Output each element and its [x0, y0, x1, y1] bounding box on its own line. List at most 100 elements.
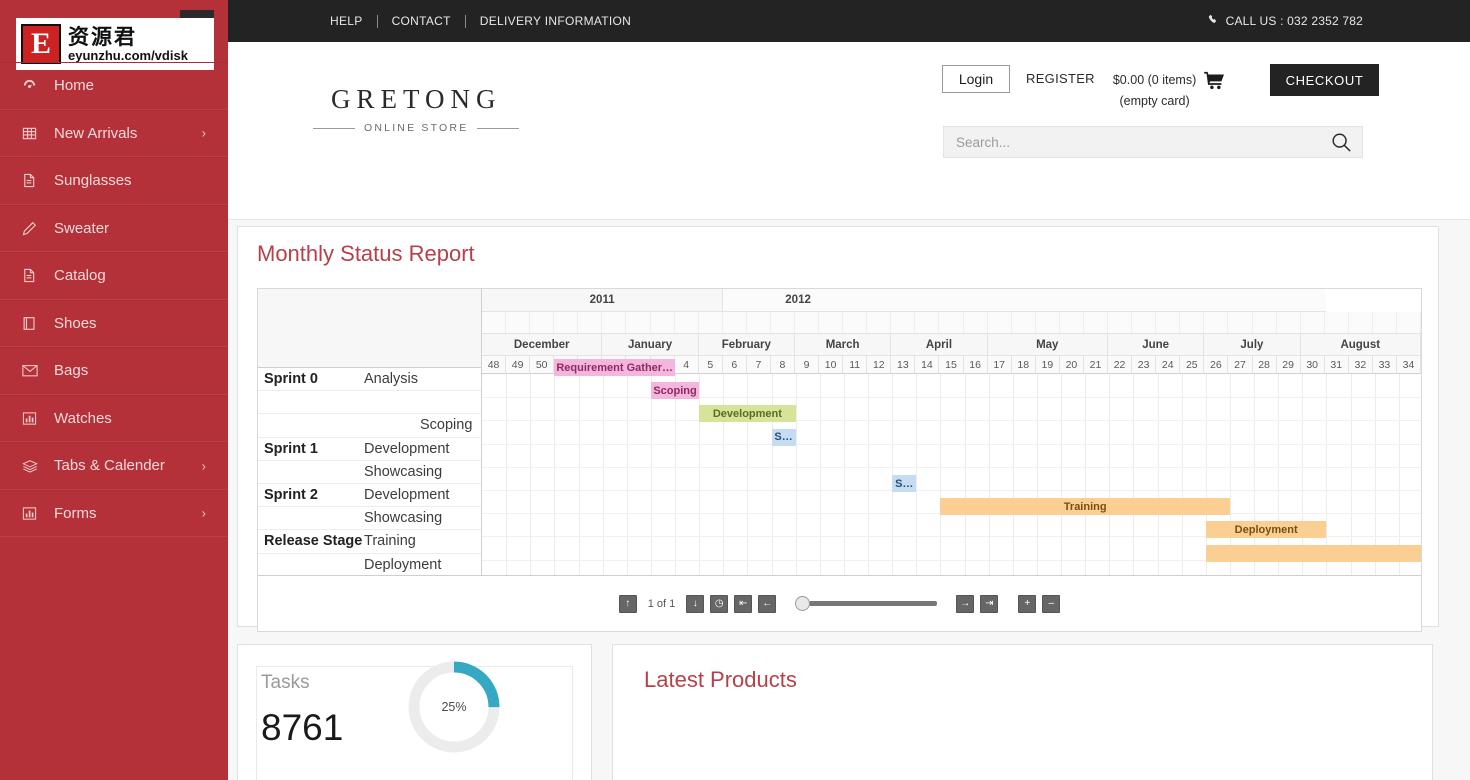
sidebar-item-tabs-calender[interactable]: Tabs & Calender › — [0, 442, 228, 490]
step-back-button[interactable]: ← — [758, 594, 777, 613]
gantt-week-cell: 23 — [1132, 356, 1157, 374]
clock-button[interactable]: ◷ — [710, 594, 729, 613]
gantt-task-row[interactable]: Sprint 1 Development — [258, 438, 481, 461]
sidebar-item-shoes[interactable]: Shoes — [0, 299, 228, 347]
gantt-gridline-vertical — [1061, 374, 1063, 576]
gantt-gridline-vertical — [723, 374, 725, 576]
gantt-week-cell: 25 — [1180, 356, 1205, 374]
gantt-blank-cell — [1036, 312, 1060, 333]
register-link[interactable]: REGISTER — [1026, 71, 1095, 86]
slider-knob[interactable] — [795, 596, 811, 611]
gantt-zoom-slider[interactable] — [795, 595, 938, 613]
gantt-bar[interactable]: Training — [940, 498, 1230, 516]
cart-summary[interactable]: $0.00 (0 items) (empty card) — [1113, 70, 1225, 111]
gantt-row-group: Sprint 1 — [264, 440, 318, 457]
tasks-label: Tasks — [261, 672, 310, 693]
call-us-block: CALL US : 032 2352 782 — [1208, 0, 1363, 42]
gantt-gridline-vertical — [819, 374, 821, 576]
envelope-icon — [22, 364, 46, 377]
gantt-row-task: Deployment — [364, 556, 442, 573]
gantt-task-row[interactable]: Showcasing — [258, 461, 481, 484]
gantt-bar[interactable]: Scoping — [650, 382, 700, 400]
jump-first-button[interactable]: ⇤ — [734, 594, 753, 613]
sidebar-item-catalog[interactable]: Catalog — [0, 252, 228, 300]
gantt-week-cell: 50 — [530, 356, 555, 374]
gantt-bar[interactable]: Development — [699, 405, 796, 423]
gantt-gridline-vertical — [747, 374, 749, 576]
gantt-task-row[interactable]: Sprint 0 Analysis — [258, 368, 481, 392]
gantt-bar[interactable]: S… — [892, 475, 917, 492]
shopping-cart-icon[interactable] — [1204, 71, 1225, 95]
gantt-blank-cell — [1397, 312, 1421, 333]
gantt-week-cell: 22 — [1108, 356, 1133, 374]
zoom-out-button[interactable]: – — [1042, 594, 1061, 613]
tasks-donut-chart: 25% — [403, 656, 505, 758]
sidebar-item-forms[interactable]: Forms › — [0, 489, 228, 537]
gantt-task-row[interactable]: Showcasing — [258, 507, 481, 531]
gantt-week-cell: 15 — [939, 356, 964, 374]
brand-logo[interactable]: GRETONG ONLINE STORE — [313, 84, 520, 134]
gantt-gridline-vertical — [1036, 374, 1038, 576]
gantt-bar[interactable] — [1205, 544, 1421, 562]
page-title: Monthly Status Report — [257, 241, 475, 266]
gantt-blank-cell — [1301, 312, 1325, 333]
gantt-week-cell: 18 — [1011, 356, 1036, 374]
scroll-up-button[interactable]: ↑ — [618, 594, 637, 613]
gantt-blank-cell — [506, 312, 531, 333]
gantt-year-cell: 2011 — [482, 289, 724, 312]
gantt-week-cell: 24 — [1156, 356, 1181, 374]
gantt-blank-cell — [1325, 312, 1349, 333]
gantt-task-rows: Sprint 0 Analysis Scoping Sprint 1 Developme… — [258, 368, 481, 600]
gantt-row-group: Sprint 0 — [264, 371, 318, 388]
search-icon[interactable] — [1330, 131, 1362, 153]
sidebar-item-watches[interactable]: Watches — [0, 394, 228, 442]
sidebar-item-sweater[interactable]: Sweater — [0, 204, 228, 252]
gantt-blank-cell — [1253, 312, 1277, 333]
topbar-link-contact[interactable]: CONTACT — [378, 14, 465, 28]
dashboard-icon — [22, 78, 46, 93]
gantt-task-row[interactable] — [258, 391, 481, 415]
gantt-task-row[interactable]: Deployment — [258, 554, 481, 577]
logo-chinese-text: 资源君 — [68, 24, 137, 49]
gantt-month-header: December January February March April May June… — [482, 334, 1421, 356]
gantt-week-cell: 48 — [482, 356, 507, 374]
sidebar-item-label: Catalog — [54, 267, 106, 285]
gantt-gridline-vertical — [506, 374, 508, 576]
gantt-task-column-header — [258, 289, 481, 368]
gantt-gridline-vertical — [530, 374, 532, 576]
topbar-link-delivery-information[interactable]: DELIVERY INFORMATION — [466, 14, 645, 28]
slider-track[interactable] — [809, 601, 938, 606]
gantt-blank-cell — [554, 312, 579, 333]
gantt-month-cell: August — [1300, 334, 1421, 356]
sidebar-item-bags[interactable]: Bags — [0, 347, 228, 395]
gantt-week-cell: 5 — [698, 356, 723, 374]
zoom-in-button[interactable]: + — [1018, 594, 1037, 613]
gantt-blank-cell — [1204, 312, 1229, 333]
gantt-task-row[interactable]: Sprint 2 Development — [258, 484, 481, 508]
gantt-blank-cell — [578, 312, 603, 333]
gantt-gridline-horizontal — [482, 443, 1421, 445]
monthly-status-report-panel: Monthly Status Report Sprint 0 Analysis Sc… — [237, 226, 1439, 632]
step-forward-button[interactable]: → — [956, 594, 975, 613]
sidebar-item-label: Tabs & Calender — [54, 457, 165, 475]
sidebar-item-sunglasses[interactable]: Sunglasses — [0, 157, 228, 205]
topbar-link-help[interactable]: HELP — [316, 14, 377, 28]
gantt-chart: Sprint 0 Analysis Scoping Sprint 1 Developme… — [257, 288, 1422, 632]
checkout-button[interactable]: CHECKOUT — [1270, 64, 1379, 96]
gantt-task-row[interactable]: Scoping — [258, 414, 481, 438]
sidebar-item-new-arrivals[interactable]: New Arrivals › — [0, 109, 228, 157]
gantt-bar[interactable]: Requirement Gather… — [554, 359, 676, 376]
chevron-right-icon: › — [201, 458, 206, 474]
search-input[interactable] — [944, 127, 1330, 157]
gantt-blank-cell — [771, 312, 796, 333]
sidebar-item-home[interactable]: Home — [0, 62, 228, 110]
cart-text: $0.00 (0 items) (empty card) — [1113, 70, 1196, 111]
gantt-bar[interactable]: Deployment — [1205, 521, 1327, 539]
gantt-blank-cell — [964, 312, 988, 333]
gantt-bar[interactable]: S… — [771, 428, 796, 446]
login-button[interactable]: Login — [942, 65, 1010, 93]
scroll-down-button[interactable]: ↓ — [686, 594, 705, 613]
jump-last-button[interactable]: ⇥ — [980, 594, 999, 613]
sidebar-item-label: Home — [54, 77, 95, 95]
gantt-task-row[interactable]: Release Stage Training — [258, 530, 481, 554]
